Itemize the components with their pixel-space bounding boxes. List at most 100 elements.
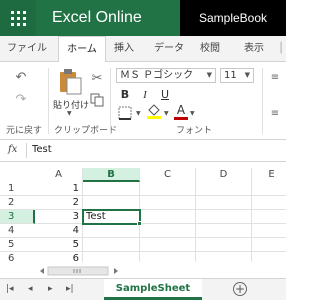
- cell-c5[interactable]: [140, 238, 196, 252]
- table-row: 2: [35, 196, 286, 210]
- fill-color-button[interactable]: [146, 104, 162, 120]
- clipboard-group-label: クリップボード: [54, 126, 118, 136]
- app-launcher-button[interactable]: [0, 0, 36, 36]
- sheet-tabs-bar: |◂ ◂ ▸ ▸| SampleSheet +: [0, 278, 286, 300]
- cell-e4[interactable]: [252, 224, 286, 238]
- font-color-button[interactable]: A: [174, 104, 188, 120]
- tab-file[interactable]: ファイル: [4, 36, 50, 62]
- font-name-select[interactable]: ＭＳ Ｐゴシック ▼: [116, 68, 216, 83]
- horizontal-scrollbar[interactable]: [36, 266, 122, 276]
- column-header-c[interactable]: C: [140, 168, 196, 182]
- align-button-2[interactable]: ≡: [266, 106, 284, 120]
- cell-d1[interactable]: [196, 182, 252, 196]
- cell-e3[interactable]: [252, 210, 286, 224]
- cell-d6[interactable]: [196, 252, 252, 262]
- column-header-a[interactable]: A: [35, 168, 83, 182]
- undo-icon: ↶: [15, 69, 27, 85]
- row-header[interactable]: 3: [0, 210, 35, 224]
- table-row: 5: [35, 238, 286, 252]
- cell-b6[interactable]: [83, 252, 140, 262]
- cell-d2[interactable]: [196, 196, 252, 210]
- table-row: 4: [35, 224, 286, 238]
- cell-d3[interactable]: [196, 210, 252, 224]
- tab-view[interactable]: 表示: [234, 36, 274, 62]
- undo-group-label: 元に戻す: [6, 126, 43, 136]
- cell-b5[interactable]: [83, 238, 140, 252]
- tabs-more[interactable]: │: [276, 36, 286, 62]
- font-size-select[interactable]: 11 ▼: [220, 68, 254, 83]
- cell-a2[interactable]: 2: [35, 196, 83, 210]
- app-name[interactable]: Excel Online: [52, 9, 142, 27]
- formula-bar: fx Test: [0, 140, 286, 162]
- row-header[interactable]: 6: [0, 252, 35, 262]
- tab-review[interactable]: 校閲: [194, 36, 226, 62]
- italic-button[interactable]: I: [138, 88, 152, 102]
- cell-a4[interactable]: 4: [35, 224, 83, 238]
- row-header[interactable]: 1: [0, 182, 35, 196]
- cell-d4[interactable]: [196, 224, 252, 238]
- borders-button[interactable]: [118, 106, 134, 120]
- cell-a6[interactable]: 6: [35, 252, 83, 262]
- copy-button[interactable]: [88, 92, 106, 108]
- cell-c6[interactable]: [140, 252, 196, 262]
- row-header[interactable]: 4: [0, 224, 35, 238]
- table-row: 6: [35, 252, 286, 262]
- table-row: 3 Test: [35, 210, 286, 224]
- cell-e1[interactable]: [252, 182, 286, 196]
- tab-home[interactable]: ホーム: [58, 36, 106, 63]
- add-sheet-button[interactable]: +: [233, 282, 247, 296]
- underline-button[interactable]: U: [158, 88, 172, 102]
- align-left-icon: ≡: [270, 107, 280, 119]
- app-launcher-icon: [11, 11, 14, 14]
- cell-b4[interactable]: [83, 224, 140, 238]
- paint-bucket-icon: [147, 104, 161, 119]
- workbook-name[interactable]: SampleBook: [180, 0, 286, 36]
- cell-e6[interactable]: [252, 252, 286, 262]
- prev-sheet-icon[interactable]: ◂: [28, 284, 33, 294]
- cell-e2[interactable]: [252, 196, 286, 210]
- cell-b1[interactable]: [83, 182, 140, 196]
- undo-button[interactable]: ↶: [12, 68, 30, 86]
- paste-button[interactable]: 貼り付け ▼: [53, 66, 89, 118]
- table-row: 1: [35, 182, 286, 196]
- title-bar: Excel Online SampleBook: [0, 0, 286, 36]
- tab-insert[interactable]: 挿入: [108, 36, 140, 62]
- scissors-icon: ✂: [91, 70, 103, 86]
- bold-button[interactable]: B: [118, 88, 132, 102]
- row-header[interactable]: 2: [0, 196, 35, 210]
- scroll-left-icon[interactable]: [40, 268, 44, 274]
- column-header-b[interactable]: B: [83, 168, 140, 182]
- cell-c4[interactable]: [140, 224, 196, 238]
- fill-handle[interactable]: [137, 221, 142, 226]
- first-sheet-icon[interactable]: |◂: [6, 284, 14, 294]
- ribbon: ↶ ↷ 元に戻す 貼り付け ▼ ✂ クリップボード ＭＳ Ｐゴシック ▼ 11 …: [0, 62, 286, 140]
- cell-d5[interactable]: [196, 238, 252, 252]
- cut-button[interactable]: ✂: [88, 70, 106, 86]
- row-header[interactable]: 5: [0, 238, 35, 252]
- copy-icon: [90, 93, 104, 107]
- tab-data[interactable]: データ: [148, 36, 190, 62]
- column-header-d[interactable]: D: [196, 168, 252, 182]
- fx-icon[interactable]: fx: [8, 144, 17, 155]
- column-header-e[interactable]: E: [252, 168, 286, 182]
- cell-c1[interactable]: [140, 182, 196, 196]
- scroll-right-icon[interactable]: [114, 268, 118, 274]
- cell-e5[interactable]: [252, 238, 286, 252]
- ribbon-tabs: ファイル ホーム 挿入 データ 校閲 表示 │: [0, 36, 286, 63]
- next-sheet-icon[interactable]: ▸: [48, 284, 53, 294]
- formula-input[interactable]: Test: [32, 144, 52, 155]
- cell-c2[interactable]: [140, 196, 196, 210]
- last-sheet-icon[interactable]: ▸|: [66, 284, 74, 294]
- font-color-icon: A: [176, 103, 186, 117]
- font-group-label: フォント: [176, 126, 213, 136]
- redo-button[interactable]: ↷: [12, 90, 30, 108]
- cell-b2[interactable]: [83, 196, 140, 210]
- align-button[interactable]: ≡: [266, 70, 284, 84]
- cell-a1[interactable]: 1: [35, 182, 83, 196]
- borders-icon: [118, 106, 132, 120]
- divider: [262, 68, 263, 134]
- sheet-tab-active[interactable]: SampleSheet: [104, 279, 202, 300]
- cell-c3[interactable]: [140, 210, 196, 224]
- cell-a3[interactable]: 3: [35, 210, 83, 224]
- cell-a5[interactable]: 5: [35, 238, 83, 252]
